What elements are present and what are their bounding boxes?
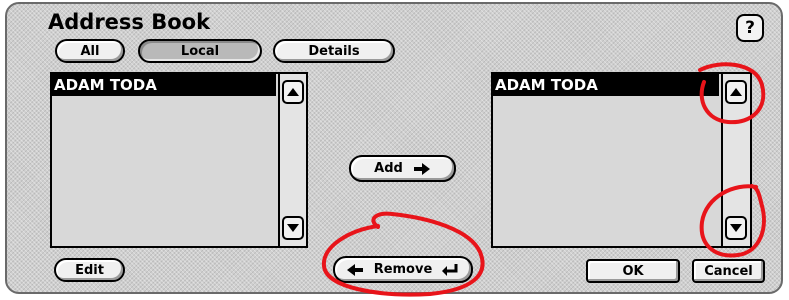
tab-all-label: All <box>80 43 100 59</box>
right-arrow-icon <box>413 162 430 175</box>
source-list-item-label: ADAM TODA <box>54 76 157 94</box>
down-triangle-icon <box>730 224 742 232</box>
ok-button[interactable]: OK <box>586 259 680 283</box>
destination-list-item-label: ADAM TODA <box>495 76 598 94</box>
destination-list[interactable]: ADAM TODA <box>491 72 752 248</box>
edit-button[interactable]: Edit <box>54 258 125 282</box>
cancel-button[interactable]: Cancel <box>692 259 765 283</box>
source-list-item[interactable]: ADAM TODA <box>52 74 276 96</box>
up-triangle-icon <box>730 88 742 96</box>
tab-local-label: Local <box>180 43 220 59</box>
down-triangle-icon <box>287 224 299 232</box>
source-list[interactable]: ADAM TODA <box>50 72 308 248</box>
left-arrow-icon <box>346 263 363 276</box>
help-icon: ? <box>745 18 755 38</box>
tab-details[interactable]: Details <box>273 39 395 63</box>
source-scroll-up-button[interactable] <box>282 80 304 104</box>
source-scroll-down-button[interactable] <box>282 216 304 240</box>
add-button-label: Add <box>374 161 403 176</box>
cancel-button-label: Cancel <box>704 263 753 279</box>
remove-button-label: Remove <box>373 262 433 277</box>
destination-list-item[interactable]: ADAM TODA <box>493 74 719 96</box>
source-scrollbar[interactable] <box>278 74 306 246</box>
return-arrow-icon <box>442 263 458 276</box>
tab-local[interactable]: Local <box>138 39 262 63</box>
dialog-title: Address Book <box>48 10 211 34</box>
tab-all[interactable]: All <box>55 39 125 63</box>
destination-scrollbar[interactable] <box>721 74 750 246</box>
ok-button-label: OK <box>622 263 644 279</box>
destination-scroll-up-button[interactable] <box>725 80 747 104</box>
destination-scroll-down-button[interactable] <box>725 216 747 240</box>
add-button[interactable]: Add <box>349 155 456 182</box>
edit-button-label: Edit <box>75 262 104 278</box>
remove-button[interactable]: Remove <box>333 256 473 283</box>
stage: Address Book ? All Local Details ADAM TO… <box>0 0 789 300</box>
help-button[interactable]: ? <box>736 14 764 42</box>
tab-details-label: Details <box>308 43 360 59</box>
up-triangle-icon <box>287 88 299 96</box>
